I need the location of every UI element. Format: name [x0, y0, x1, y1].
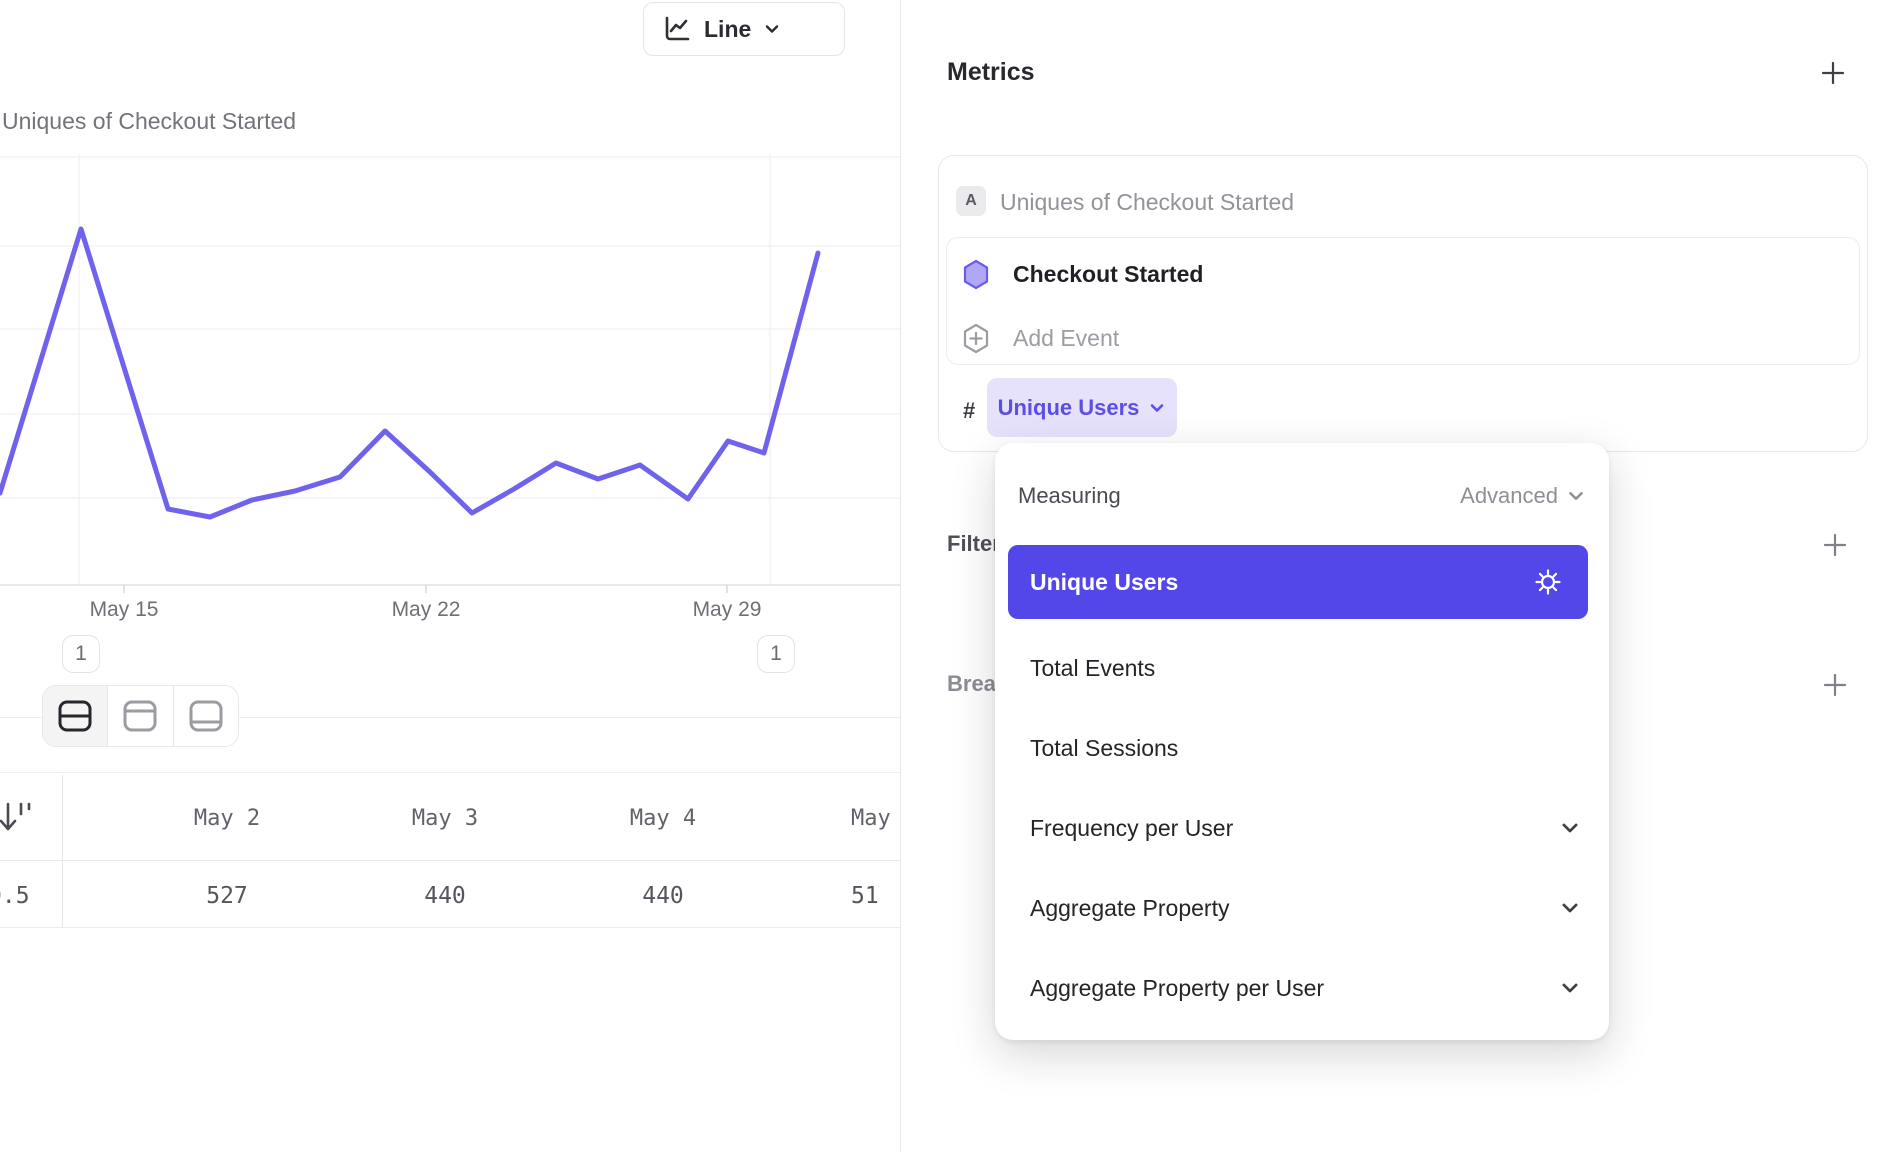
- event-row[interactable]: Checkout Started: [962, 258, 1203, 290]
- menu-item-label: Aggregate Property: [1030, 895, 1229, 922]
- mixpanel-insights-screen: Line Uniques of Checkout Started May 15 M…: [0, 0, 1898, 1152]
- chevron-down-icon: [1148, 399, 1166, 417]
- chevron-down-icon: [1566, 486, 1586, 506]
- metric-letter-badge: A: [956, 186, 986, 216]
- chart-type-button[interactable]: Line: [643, 2, 845, 56]
- metric-name: Uniques of Checkout Started: [1000, 189, 1294, 216]
- chart-type-label: Line: [704, 16, 751, 43]
- line-chart-icon: [662, 14, 692, 44]
- measurement-pill[interactable]: Unique Users: [987, 378, 1177, 437]
- pagination-badge-left[interactable]: 1: [62, 635, 100, 673]
- layout-top-icon: [122, 699, 158, 733]
- layout-bottom-icon: [188, 699, 224, 733]
- chevron-down-icon: [1559, 977, 1581, 999]
- layout-split-button[interactable]: [43, 686, 107, 746]
- table-cell-value: 440: [642, 883, 684, 909]
- layout-toggle-group: [42, 685, 239, 747]
- series-line[interactable]: [0, 229, 818, 517]
- menu-item-aggregate-property[interactable]: Aggregate Property: [1030, 878, 1581, 938]
- menu-item-total-events[interactable]: Total Events: [1030, 638, 1581, 698]
- pagination-badge-right[interactable]: 1: [757, 635, 795, 673]
- menu-item-total-sessions[interactable]: Total Sessions: [1030, 718, 1581, 778]
- filter-section-heading: Filter: [947, 531, 1001, 557]
- layout-table-only-button[interactable]: [173, 686, 238, 746]
- line-chart[interactable]: [0, 150, 900, 625]
- table-column-header[interactable]: May 4: [630, 806, 696, 831]
- menu-item-label: Total Events: [1030, 655, 1155, 682]
- menu-item-label: Total Sessions: [1030, 735, 1178, 762]
- table-cell-value: 51: [851, 883, 879, 909]
- chevron-down-icon: [763, 20, 781, 38]
- table-row-label: 0.5: [0, 883, 30, 909]
- x-axis-label: May 15: [90, 598, 159, 622]
- measuring-dropdown: Measuring Advanced Unique Users Total E: [995, 443, 1609, 1040]
- add-metric-button[interactable]: [1820, 60, 1846, 86]
- menu-item-frequency-per-user[interactable]: Frequency per User: [1030, 798, 1581, 858]
- chevron-down-icon: [1559, 817, 1581, 839]
- measurement-hash-symbol: #: [963, 398, 975, 424]
- table-column-header[interactable]: May 2: [194, 806, 260, 831]
- layout-split-icon: [57, 699, 93, 733]
- add-event-button[interactable]: Add Event: [962, 322, 1119, 354]
- table-column-header[interactable]: May 3: [412, 806, 478, 831]
- advanced-toggle[interactable]: Advanced: [1460, 483, 1586, 509]
- add-event-label: Add Event: [1013, 325, 1119, 352]
- measuring-label: Measuring: [1018, 483, 1121, 509]
- x-axis-label: May 22: [392, 598, 461, 622]
- table-column-header[interactable]: May: [851, 806, 891, 831]
- measurement-pill-label: Unique Users: [998, 395, 1140, 421]
- event-hexagon-icon: [962, 259, 990, 290]
- x-axis-label: May 29: [693, 598, 762, 622]
- table-cell-value: 440: [424, 883, 466, 909]
- chart-pane: Line Uniques of Checkout Started May 15 M…: [0, 0, 900, 1152]
- breakdown-table: 0.5 May 2 527 May 3 440 May 4 440 May 51: [0, 770, 900, 935]
- gear-icon[interactable]: [1534, 568, 1562, 596]
- menu-item-label: Frequency per User: [1030, 815, 1233, 842]
- add-event-icon: [962, 323, 990, 354]
- table-cell-value: 527: [206, 883, 248, 909]
- menu-item-unique-users-selected[interactable]: Unique Users: [1008, 545, 1588, 619]
- event-name: Checkout Started: [1013, 261, 1203, 288]
- advanced-label: Advanced: [1460, 483, 1558, 509]
- measuring-dropdown-header: Measuring Advanced: [1018, 481, 1586, 511]
- add-filter-button[interactable]: [1822, 532, 1848, 558]
- add-breakdown-button[interactable]: [1822, 672, 1848, 698]
- menu-item-aggregate-property-per-user[interactable]: Aggregate Property per User: [1030, 958, 1581, 1018]
- pane-divider: [900, 0, 901, 1152]
- chart-title: Uniques of Checkout Started: [2, 108, 296, 135]
- chevron-down-icon: [1559, 897, 1581, 919]
- metrics-heading: Metrics: [947, 58, 1035, 87]
- selected-item-label: Unique Users: [1030, 569, 1178, 596]
- menu-item-label: Aggregate Property per User: [1030, 975, 1324, 1002]
- layout-chart-only-button[interactable]: [107, 686, 172, 746]
- sort-descending-icon[interactable]: [0, 800, 34, 836]
